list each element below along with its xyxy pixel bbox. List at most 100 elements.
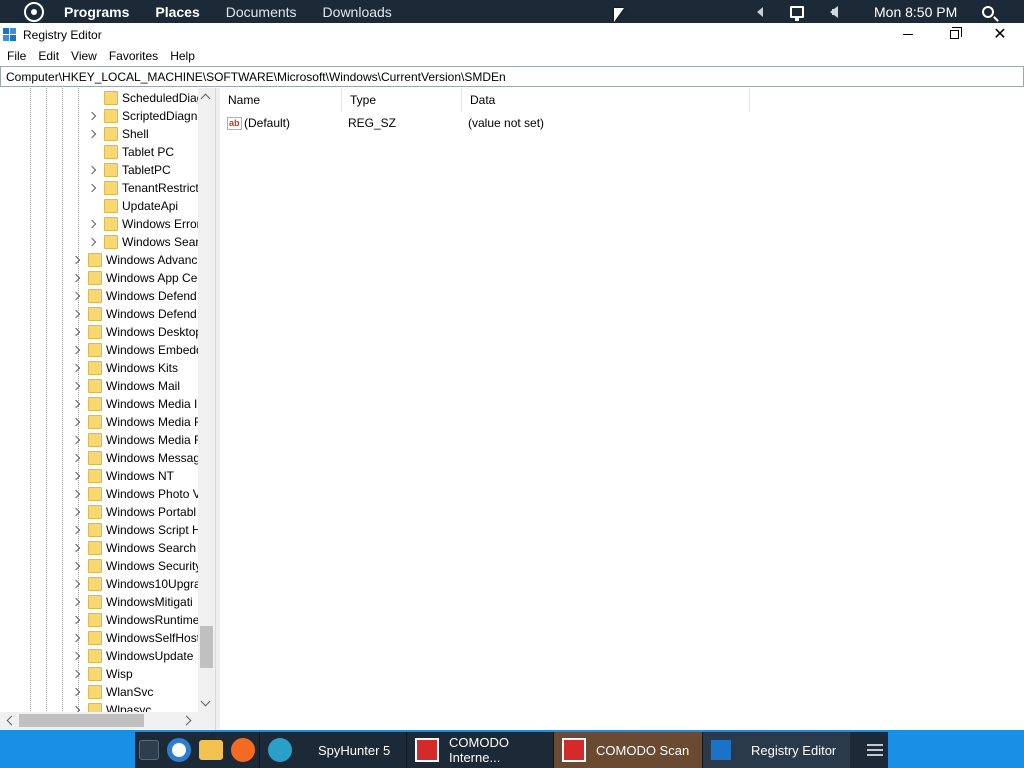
- tree-node[interactable]: Tablet PC: [88, 143, 198, 161]
- tree-vertical-scrollbar[interactable]: [198, 88, 215, 712]
- tree-node[interactable]: Windows Media I: [72, 395, 198, 413]
- clock[interactable]: Mon 8:50 PM: [874, 0, 957, 23]
- tree-node[interactable]: Windows10Upgra: [72, 575, 198, 593]
- expand-chevron-icon[interactable]: [72, 273, 82, 283]
- files-icon[interactable]: [199, 740, 223, 760]
- expand-chevron-icon[interactable]: [72, 669, 82, 679]
- scroll-thumb[interactable]: [200, 626, 213, 668]
- expand-chevron-icon[interactable]: [72, 543, 82, 553]
- tree-node[interactable]: TenantRestrict: [88, 179, 198, 197]
- expand-chevron-icon[interactable]: [72, 345, 82, 355]
- tree-node[interactable]: Windows Defend: [72, 305, 198, 323]
- close-button[interactable]: ✕: [977, 23, 1023, 46]
- scroll-up-icon[interactable]: [200, 93, 211, 104]
- expand-chevron-icon[interactable]: [72, 309, 82, 319]
- hscroll-thumb[interactable]: [19, 714, 144, 727]
- task-comodo-internet[interactable]: COMODO Interne...: [406, 732, 553, 768]
- tree-node[interactable]: Windows Mail: [72, 377, 198, 395]
- expand-chevron-icon[interactable]: [72, 597, 82, 607]
- expand-chevron-icon[interactable]: [88, 165, 98, 175]
- tree-node[interactable]: WindowsUpdate: [72, 647, 198, 665]
- tree-node[interactable]: Windows Defend: [72, 287, 198, 305]
- address-bar[interactable]: Computer\HKEY_LOCAL_MACHINE\SOFTWARE\Mic…: [0, 66, 1024, 87]
- menu-view[interactable]: View: [65, 49, 103, 63]
- tree-node[interactable]: Windows NT: [72, 467, 198, 485]
- tree-node[interactable]: Windows Sear: [88, 233, 198, 251]
- column-data[interactable]: Data: [462, 88, 750, 112]
- expand-chevron-icon[interactable]: [88, 129, 98, 139]
- taskbar-menu-button[interactable]: [862, 732, 888, 768]
- expand-chevron-icon[interactable]: [72, 327, 82, 337]
- tree-node[interactable]: WindowsRuntime: [72, 611, 198, 629]
- key-tree[interactable]: ScheduledDiag ScriptedDiagn Shell Tablet PC…: [0, 88, 215, 730]
- menu-help[interactable]: Help: [164, 49, 201, 63]
- scroll-left-icon[interactable]: [6, 715, 17, 726]
- expand-chevron-icon[interactable]: [72, 687, 82, 697]
- window-titlebar[interactable]: Registry Editor: [0, 23, 1024, 46]
- search-icon[interactable]: [982, 0, 994, 23]
- expand-chevron-icon[interactable]: [72, 561, 82, 571]
- menu-favorites[interactable]: Favorites: [103, 49, 164, 63]
- expand-chevron-icon[interactable]: [72, 435, 82, 445]
- tree-node[interactable]: Windows Messag: [72, 449, 198, 467]
- restore-button[interactable]: [931, 23, 977, 46]
- tree-node[interactable]: Windows Media F: [72, 413, 198, 431]
- expand-chevron-icon[interactable]: [72, 633, 82, 643]
- expand-chevron-icon[interactable]: [72, 525, 82, 535]
- expand-chevron-icon[interactable]: [88, 111, 98, 121]
- expand-chevron-icon[interactable]: [72, 363, 82, 373]
- expand-chevron-icon[interactable]: [88, 237, 98, 247]
- programs-menu[interactable]: Programs: [58, 4, 135, 20]
- tree-node[interactable]: Windows Media F: [72, 431, 198, 449]
- tree-node[interactable]: Shell: [88, 125, 198, 143]
- tree-node[interactable]: UpdateApi: [88, 197, 198, 215]
- expand-chevron-icon[interactable]: [72, 453, 82, 463]
- expand-chevron-icon[interactable]: [72, 399, 82, 409]
- task-spyhunter[interactable]: SpyHunter 5: [259, 732, 406, 768]
- scroll-down-icon[interactable]: [200, 696, 211, 707]
- menu-edit[interactable]: Edit: [32, 49, 65, 63]
- tree-node[interactable]: ScriptedDiagn: [88, 107, 198, 125]
- tree-node[interactable]: Windows Photo V: [72, 485, 198, 503]
- expand-chevron-icon[interactable]: [72, 417, 82, 427]
- expand-chevron-icon[interactable]: [72, 489, 82, 499]
- task-registry-editor[interactable]: Registry Editor: [702, 732, 850, 768]
- tree-node[interactable]: Wisp: [72, 665, 198, 683]
- tree-node[interactable]: WindowsSelfHost: [72, 629, 198, 647]
- chromium-icon[interactable]: [167, 738, 191, 762]
- tree-node[interactable]: Windows Kits: [72, 359, 198, 377]
- firefox-icon[interactable]: [231, 738, 255, 762]
- tree-node[interactable]: Windows Security: [72, 557, 198, 575]
- expand-chevron-icon[interactable]: [88, 219, 98, 229]
- documents-menu[interactable]: Documents: [220, 4, 303, 20]
- expand-chevron-icon[interactable]: [72, 291, 82, 301]
- expand-chevron-icon[interactable]: [72, 615, 82, 625]
- expand-chevron-icon[interactable]: [72, 255, 82, 265]
- task-comodo-scan[interactable]: COMODO Scan: [553, 732, 702, 768]
- expand-chevron-icon[interactable]: [72, 579, 82, 589]
- expand-chevron-icon[interactable]: [72, 507, 82, 517]
- tree-node[interactable]: WlanSvc: [72, 683, 198, 701]
- expand-chevron-icon[interactable]: [72, 651, 82, 661]
- tree-node[interactable]: Windows Advanc: [72, 251, 198, 269]
- tree-node[interactable]: ScheduledDiag: [88, 89, 198, 107]
- scroll-right-icon[interactable]: [181, 715, 192, 726]
- tree-node[interactable]: Windows Embedd: [72, 341, 198, 359]
- values-list[interactable]: Name Type Data ab (Default) REG_SZ (valu…: [220, 88, 1024, 730]
- tree-node[interactable]: Windows Search: [72, 539, 198, 557]
- tree-node[interactable]: WindowsMitigati: [72, 593, 198, 611]
- expand-chevron-icon[interactable]: [72, 471, 82, 481]
- table-row[interactable]: ab (Default) REG_SZ (value not set): [220, 113, 1024, 133]
- show-desktop-icon[interactable]: [139, 740, 159, 760]
- tray-expand-icon[interactable]: [757, 0, 763, 23]
- volume-icon[interactable]: [830, 0, 838, 23]
- places-menu[interactable]: Places: [149, 4, 205, 20]
- tree-node[interactable]: Windows App Ce: [72, 269, 198, 287]
- menu-file[interactable]: File: [0, 49, 32, 63]
- column-name[interactable]: Name: [220, 88, 342, 112]
- column-type[interactable]: Type: [342, 88, 462, 112]
- activities-icon[interactable]: [24, 1, 44, 22]
- minimize-button[interactable]: [885, 23, 931, 46]
- network-icon[interactable]: [790, 0, 804, 23]
- tree-horizontal-scrollbar[interactable]: [0, 712, 198, 729]
